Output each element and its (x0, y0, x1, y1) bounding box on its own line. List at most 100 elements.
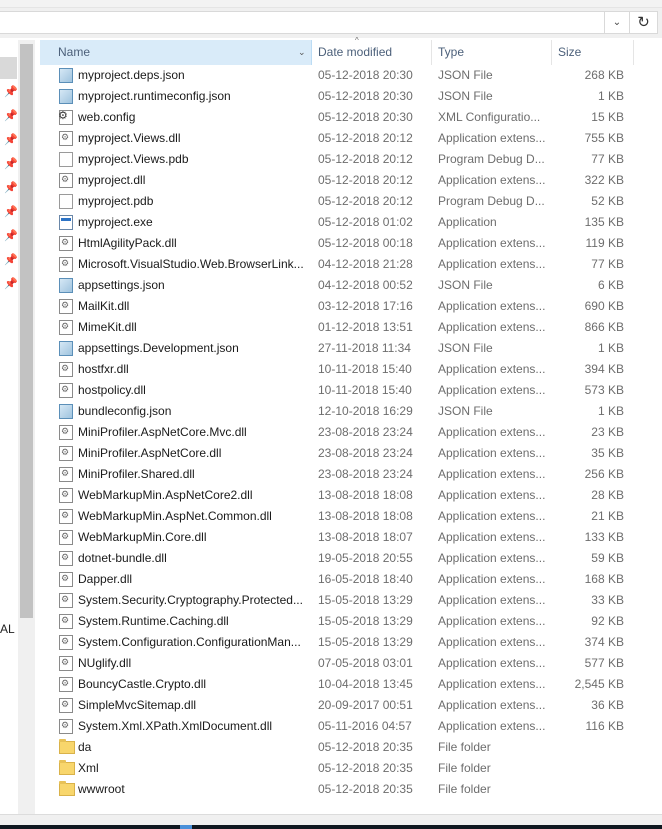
pin-icon[interactable]: 📌 (4, 182, 18, 194)
file-date-modified: 12-10-2018 16:29 (318, 404, 413, 418)
file-row[interactable]: web.config 05-12-2018 20:30 XML Configurat… (40, 107, 660, 128)
nav-selected-item[interactable] (0, 57, 17, 79)
file-row[interactable]: Microsoft.VisualStudio.Web.BrowserLink..… (40, 254, 660, 275)
pin-icon[interactable]: 📌 (4, 206, 18, 218)
file-row[interactable]: hostpolicy.dll 10-11-2018 15:40 Applicatio… (40, 380, 660, 401)
file-size: 268 KB (584, 68, 624, 82)
file-date-modified: 05-12-2018 20:30 (318, 68, 413, 82)
file-row[interactable]: MailKit.dll 03-12-2018 17:16 Application e… (40, 296, 660, 317)
file-name: HtmlAgilityPack.dll (78, 236, 177, 250)
file-name: appsettings.Development.json (78, 341, 239, 355)
taskbar-app-icon[interactable] (180, 825, 192, 829)
file-row[interactable]: dotnet-bundle.dll 19-05-2018 20:55 Applica… (40, 548, 660, 569)
file-size: 77 KB (591, 152, 624, 166)
file-row[interactable]: MiniProfiler.AspNetCore.dll 23-08-2018 23… (40, 443, 660, 464)
file-date-modified: 05-12-2018 01:02 (318, 215, 413, 229)
file-row[interactable]: MiniProfiler.Shared.dll 23-08-2018 23:24 A… (40, 464, 660, 485)
file-type: Application extens... (438, 656, 546, 670)
file-row[interactable]: System.Runtime.Caching.dll 15-05-2018 13:… (40, 611, 660, 632)
file-date-modified: 23-08-2018 23:24 (318, 425, 413, 439)
file-type: Application extens... (438, 446, 546, 460)
file-type: Application extens... (438, 698, 546, 712)
file-row[interactable]: myproject.deps.json 05-12-2018 20:30 JSON … (40, 65, 660, 86)
file-row[interactable]: MimeKit.dll 01-12-2018 13:51 Application e… (40, 317, 660, 338)
file-date-modified: 05-12-2018 00:18 (318, 236, 413, 250)
pin-icon[interactable]: 📌 (4, 158, 18, 170)
pin-icon[interactable]: 📌 (4, 110, 18, 122)
folder-row[interactable]: da 05-12-2018 20:35 File folder (40, 737, 660, 758)
file-type: Application extens... (438, 257, 546, 271)
dll-file-icon (59, 698, 73, 713)
file-size: 1 KB (597, 341, 624, 355)
file-size: 77 KB (591, 257, 624, 271)
file-type: Application extens... (438, 488, 546, 502)
file-name: WebMarkupMin.AspNetCore2.dll (78, 488, 253, 502)
file-type: JSON File (438, 404, 493, 418)
file-row[interactable]: appsettings.Development.json 27-11-2018 1… (40, 338, 660, 359)
file-date-modified: 05-11-2016 04:57 (318, 719, 412, 733)
json-file-icon (59, 341, 73, 356)
pin-icon[interactable]: 📌 (4, 134, 18, 146)
column-header-name[interactable]: Name ⌄ (40, 40, 312, 65)
file-date-modified: 05-12-2018 20:30 (318, 89, 413, 103)
file-row[interactable]: myproject.exe 05-12-2018 01:02 Application… (40, 212, 660, 233)
dll-file-icon (59, 656, 73, 671)
file-row[interactable]: appsettings.json 04-12-2018 00:52 JSON Fil… (40, 275, 660, 296)
folder-row[interactable]: wwwroot 05-12-2018 20:35 File folder (40, 779, 660, 800)
address-history-dropdown-icon[interactable]: ⌄ (605, 11, 630, 34)
file-date-modified: 04-12-2018 00:52 (318, 278, 413, 292)
file-row[interactable]: System.Xml.XPath.XmlDocument.dll 05-11-20… (40, 716, 660, 737)
file-size: 374 KB (584, 635, 624, 649)
pin-icon[interactable]: 📌 (4, 86, 18, 98)
file-row[interactable]: System.Security.Cryptography.Protected..… (40, 590, 660, 611)
file-size: 2,545 KB (574, 677, 624, 691)
file-date-modified: 27-11-2018 11:34 (318, 341, 411, 355)
file-type: Application extens... (438, 614, 546, 628)
file-row[interactable]: NUglify.dll 07-05-2018 03:01 Application e… (40, 653, 660, 674)
address-input[interactable] (0, 11, 605, 34)
file-row[interactable]: myproject.runtimeconfig.json 05-12-2018 2… (40, 86, 660, 107)
folder-file-icon (59, 781, 75, 796)
nav-scrollbar-thumb[interactable] (20, 44, 33, 618)
file-type: Application extens... (438, 236, 546, 250)
dll-file-icon (59, 677, 73, 692)
file-type: JSON File (438, 278, 493, 292)
file-row[interactable]: myproject.Views.pdb 05-12-2018 20:12 Progr… (40, 149, 660, 170)
file-name: wwwroot (78, 782, 125, 796)
pin-icon[interactable]: 📌 (4, 230, 18, 242)
file-size: 21 KB (591, 509, 624, 523)
file-row[interactable]: WebMarkupMin.Core.dll 13-08-2018 18:07 App… (40, 527, 660, 548)
column-header-date[interactable]: Date modified (312, 40, 432, 65)
file-row[interactable]: myproject.Views.dll 05-12-2018 20:12 Appli… (40, 128, 660, 149)
file-row[interactable]: myproject.dll 05-12-2018 20:12 Application… (40, 170, 660, 191)
file-row[interactable]: Dapper.dll 16-05-2018 18:40 Application ex… (40, 569, 660, 590)
file-row[interactable]: BouncyCastle.Crypto.dll 10-04-2018 13:45 A… (40, 674, 660, 695)
file-row[interactable]: SimpleMvcSitemap.dll 20-09-2017 00:51 Appl… (40, 695, 660, 716)
pin-icon[interactable]: 📌 (4, 254, 18, 266)
refresh-icon[interactable]: ↻ (630, 11, 658, 34)
dll-file-icon (59, 299, 73, 314)
file-row[interactable]: System.Configuration.ConfigurationMan...… (40, 632, 660, 653)
file-type: Application extens... (438, 131, 546, 145)
file-size: 256 KB (584, 467, 624, 481)
file-date-modified: 01-12-2018 13:51 (318, 320, 413, 334)
pin-icon[interactable]: 📌 (4, 278, 18, 290)
file-date-modified: 10-11-2018 15:40 (318, 383, 412, 397)
nav-item-label[interactable]: AL (0, 622, 15, 636)
file-row[interactable]: bundleconfig.json 12-10-2018 16:29 JSON Fi… (40, 401, 660, 422)
file-type: Application extens... (438, 299, 546, 313)
chevron-down-icon[interactable]: ⌄ (298, 40, 306, 65)
folder-row[interactable]: Xml 05-12-2018 20:35 File folder (40, 758, 660, 779)
column-header-size[interactable]: Size (552, 40, 634, 65)
file-row[interactable]: myproject.pdb 05-12-2018 20:12 Program Deb… (40, 191, 660, 212)
column-header-type[interactable]: Type (432, 40, 552, 65)
column-header-name-label: Name (58, 45, 91, 59)
file-row[interactable]: WebMarkupMin.AspNetCore2.dll 13-08-2018 1… (40, 485, 660, 506)
file-name: appsettings.json (78, 278, 165, 292)
file-size: 1 KB (597, 89, 624, 103)
file-row[interactable]: HtmlAgilityPack.dll 05-12-2018 00:18 Appli… (40, 233, 660, 254)
file-row[interactable]: MiniProfiler.AspNetCore.Mvc.dll 23-08-201… (40, 422, 660, 443)
file-row[interactable]: WebMarkupMin.AspNet.Common.dll 13-08-2018… (40, 506, 660, 527)
file-size: 573 KB (584, 383, 624, 397)
file-row[interactable]: hostfxr.dll 10-11-2018 15:40 Application e… (40, 359, 660, 380)
